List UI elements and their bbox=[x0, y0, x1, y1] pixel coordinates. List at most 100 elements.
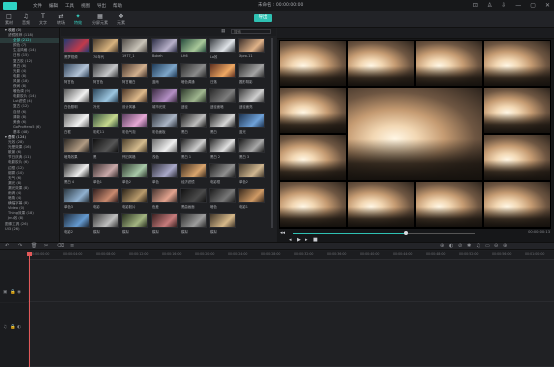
effect-thumbnail[interactable] bbox=[151, 113, 178, 128]
effect-thumbnail[interactable] bbox=[180, 213, 207, 228]
effect-thumbnail[interactable] bbox=[238, 163, 265, 178]
tab-transitions[interactable]: ⇄ 转场 bbox=[54, 13, 68, 26]
effect-thumbnail[interactable] bbox=[151, 38, 178, 53]
feedback-icon[interactable]: ⊡ bbox=[473, 2, 478, 9]
effect-thumbnail[interactable] bbox=[151, 138, 178, 153]
account-icon[interactable]: ♙ bbox=[487, 2, 492, 9]
effect-thumbnail[interactable] bbox=[209, 213, 236, 228]
redo-icon[interactable]: ↷ bbox=[18, 243, 22, 249]
timeline-playhead-line[interactable] bbox=[29, 254, 30, 367]
zoom-in-icon[interactable]: ⊕ bbox=[503, 243, 507, 249]
mask-icon[interactable]: ⊘ bbox=[458, 243, 462, 249]
snapshot-icon[interactable]: ▭ bbox=[485, 243, 490, 249]
menu-file[interactable]: 文件 bbox=[33, 3, 42, 9]
browser-scrollbar[interactable] bbox=[271, 38, 273, 228]
grid-view-icon[interactable]: ▦ bbox=[221, 29, 225, 34]
effect-thumbnail[interactable] bbox=[151, 213, 178, 228]
delete-icon[interactable]: 🗑 bbox=[31, 243, 37, 249]
tab-effects[interactable]: ✦ 特效 bbox=[71, 13, 85, 26]
speaker-icon[interactable]: ◐ bbox=[17, 325, 21, 330]
trim-icon[interactable]: ⌫ bbox=[57, 243, 64, 249]
close-button[interactable]: ✕ bbox=[545, 2, 550, 9]
sidebar-item[interactable]: UI3 (26) bbox=[0, 227, 59, 232]
effect-thumbnail[interactable] bbox=[63, 163, 90, 178]
cut-icon[interactable]: ✂ bbox=[44, 243, 48, 249]
tab-media[interactable]: □ 素材 bbox=[2, 13, 16, 26]
effect-thumbnail[interactable] bbox=[63, 88, 90, 103]
effect-thumbnail[interactable] bbox=[238, 63, 265, 78]
effect-thumbnail[interactable] bbox=[238, 138, 265, 153]
effect-thumbnail[interactable] bbox=[151, 88, 178, 103]
effect-thumbnail[interactable] bbox=[180, 38, 207, 53]
effect-thumbnail[interactable] bbox=[209, 163, 236, 178]
tab-elements[interactable]: ❖ 元素 bbox=[114, 13, 128, 26]
effect-thumbnail[interactable] bbox=[63, 213, 90, 228]
effect-thumbnail[interactable] bbox=[209, 38, 236, 53]
timeline-playhead[interactable] bbox=[27, 252, 32, 256]
playback-head[interactable] bbox=[403, 231, 408, 235]
minimize-button[interactable]: — bbox=[515, 2, 521, 9]
effect-thumbnail[interactable] bbox=[92, 113, 119, 128]
tab-audio[interactable]: ♫ 音频 bbox=[19, 13, 33, 26]
effect-thumbnail[interactable] bbox=[180, 113, 207, 128]
rewind-button[interactable]: ◂◂ bbox=[280, 230, 285, 236]
effect-thumbnail[interactable] bbox=[151, 163, 178, 178]
effect-thumbnail[interactable] bbox=[151, 188, 178, 203]
export-button[interactable]: 导出 bbox=[254, 14, 272, 22]
effect-thumbnail[interactable] bbox=[92, 163, 119, 178]
effect-thumbnail[interactable] bbox=[63, 38, 90, 53]
lock-icon[interactable]: 🔒 bbox=[10, 325, 16, 330]
effect-thumbnail[interactable] bbox=[209, 113, 236, 128]
effect-thumbnail[interactable] bbox=[121, 63, 148, 78]
effect-thumbnail[interactable] bbox=[92, 138, 119, 153]
color-icon[interactable]: ◐ bbox=[449, 243, 453, 249]
effect-thumbnail[interactable] bbox=[209, 188, 236, 203]
menu-view[interactable]: 视图 bbox=[81, 3, 90, 9]
effect-thumbnail[interactable] bbox=[92, 188, 119, 203]
effect-thumbnail[interactable] bbox=[121, 88, 148, 103]
effect-thumbnail[interactable] bbox=[180, 188, 207, 203]
menu-edit[interactable]: 编辑 bbox=[49, 3, 58, 9]
undo-icon[interactable]: ↶ bbox=[5, 243, 9, 249]
effect-thumbnail[interactable] bbox=[92, 63, 119, 78]
effect-thumbnail[interactable] bbox=[238, 88, 265, 103]
effect-thumbnail[interactable] bbox=[92, 88, 119, 103]
effect-thumbnail[interactable] bbox=[238, 38, 265, 53]
menu-tools[interactable]: 工具 bbox=[65, 3, 74, 9]
effect-thumbnail[interactable] bbox=[63, 138, 90, 153]
tab-split-screen[interactable]: ▦ 分屏元素 bbox=[90, 13, 110, 26]
download-icon[interactable]: ⇩ bbox=[501, 2, 506, 9]
menu-help[interactable]: 帮助 bbox=[113, 3, 122, 9]
playback-progress-bar[interactable] bbox=[293, 231, 475, 235]
effect-thumbnail[interactable] bbox=[63, 63, 90, 78]
effect-thumbnail[interactable] bbox=[238, 113, 265, 128]
zoom-out-icon[interactable]: ⊖ bbox=[494, 243, 498, 249]
eye-icon[interactable]: ◉ bbox=[17, 290, 21, 295]
menu-icon[interactable]: ≡ bbox=[70, 243, 74, 249]
effect-thumbnail[interactable] bbox=[121, 38, 148, 53]
effect-thumbnail[interactable] bbox=[209, 88, 236, 103]
effect-thumbnail[interactable] bbox=[180, 138, 207, 153]
effect-thumbnail[interactable] bbox=[92, 38, 119, 53]
menu-export[interactable]: 导出 bbox=[97, 3, 106, 9]
effect-thumbnail[interactable] bbox=[209, 138, 236, 153]
audio-icon[interactable]: ♫ bbox=[476, 243, 480, 249]
effect-thumbnail[interactable] bbox=[180, 88, 207, 103]
effect-thumbnail[interactable] bbox=[121, 188, 148, 203]
effect-thumbnail[interactable] bbox=[63, 188, 90, 203]
effect-thumbnail[interactable] bbox=[180, 163, 207, 178]
effect-thumbnail[interactable] bbox=[180, 63, 207, 78]
video-track[interactable] bbox=[28, 260, 554, 302]
maximize-button[interactable]: ▢ bbox=[530, 2, 536, 9]
effect-thumbnail[interactable] bbox=[121, 138, 148, 153]
effect-thumbnail[interactable] bbox=[121, 163, 148, 178]
effect-thumbnail[interactable] bbox=[209, 63, 236, 78]
audio-track[interactable] bbox=[28, 303, 554, 367]
search-input[interactable]: 搜索 bbox=[231, 29, 271, 34]
timeline-ruler[interactable]: 00:00:00:00 00:00:04:00 00:00:08:00 00:00:1… bbox=[28, 251, 554, 260]
effect-thumbnail[interactable] bbox=[63, 113, 90, 128]
effect-thumbnail[interactable] bbox=[238, 188, 265, 203]
settings-icon[interactable]: ✱ bbox=[467, 243, 471, 249]
lock-icon[interactable]: 🔒 bbox=[10, 290, 16, 295]
effect-thumbnail[interactable] bbox=[151, 63, 178, 78]
